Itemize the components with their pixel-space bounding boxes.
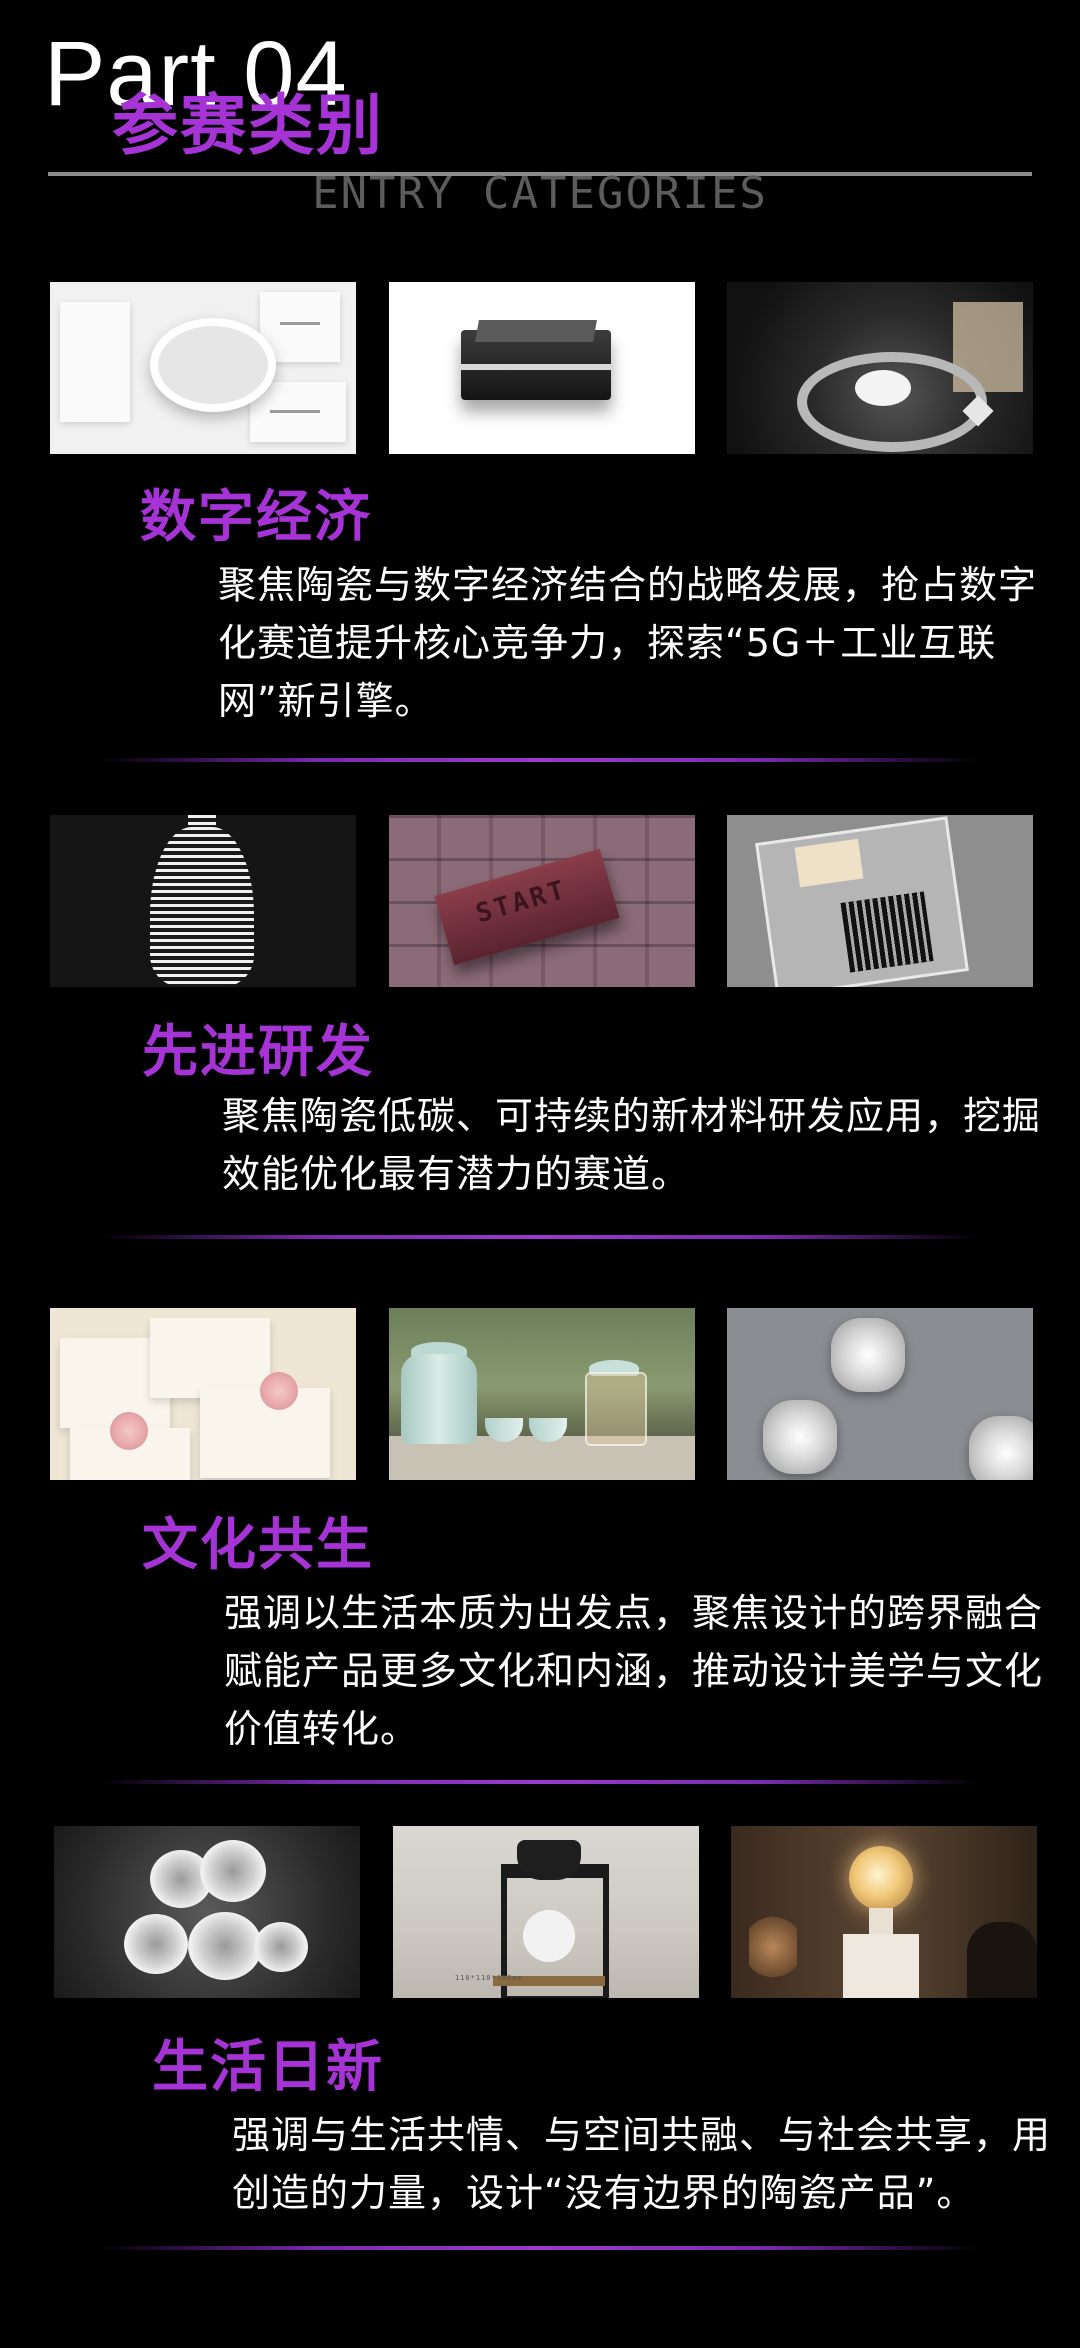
category-cultural-symbiosis: 文化共生 强调以生活本质为出发点，聚焦设计的跨界融合赋能产品更多文化和内涵，推动… <box>0 1308 1080 1788</box>
section-divider <box>100 1780 980 1784</box>
category-title: 先进研发 <box>142 1020 374 1085</box>
category-digital-economy: 数字经济 聚焦陶瓷与数字经济结合的战略发展，抢占数字化赛道提升核心竞争力，探索“… <box>0 282 1080 762</box>
section-divider <box>100 2246 980 2250</box>
machine-ring-image <box>727 282 1033 454</box>
black-ceramic-box-image <box>389 282 695 454</box>
section-divider <box>100 1235 980 1239</box>
image-row: 110*110*186mm <box>0 1826 1080 1998</box>
dimension-caption: 110*110*186mm <box>455 1974 523 1982</box>
section-divider <box>100 758 980 762</box>
category-title: 数字经济 <box>140 485 372 550</box>
ceramic-white-dish-image <box>50 282 356 454</box>
start-brick-image: START <box>389 815 695 987</box>
image-row <box>0 1308 1080 1480</box>
category-description: 强调以生活本质为出发点，聚焦设计的跨界融合赋能产品更多文化和内涵，推动设计美学与… <box>224 1591 1044 1751</box>
category-title: 生活日新 <box>152 2035 384 2100</box>
image-row: START <box>0 815 1080 987</box>
flower-gift-boxes-image <box>50 1308 356 1480</box>
section-header: Part 04 参赛类别 ENTRY CATEGORIES <box>0 0 1080 230</box>
celadon-tea-set-image <box>389 1308 695 1480</box>
category-description: 聚焦陶瓷与数字经济结合的战略发展，抢占数字化赛道提升核心竞争力，探索“5G＋工业… <box>218 563 1038 723</box>
striped-vase-image <box>50 815 356 987</box>
category-life-renewal: 110*110*186mm 生活日新 强调与生活共情、与空间共融、与社会共享，用… <box>0 1826 1080 2256</box>
ceramic-bowls-image <box>54 1826 360 1998</box>
section-subtitle: ENTRY CATEGORIES <box>312 168 768 219</box>
category-description: 强调与生活共情、与空间共融、与社会共享，用创造的力量，设计“没有边界的陶瓷产品”… <box>232 2113 1052 2215</box>
category-description: 聚焦陶瓷低碳、可持续的新材料研发应用，挖掘效能优化最有潜力的赛道。 <box>222 1094 1042 1196</box>
category-advanced-rd: START 先进研发 聚焦陶瓷低碳、可持续的新材料研发应用，挖掘效能优化最有潜力… <box>0 815 1080 1245</box>
category-title: 文化共生 <box>142 1513 374 1578</box>
image-row <box>0 282 1080 454</box>
ceramic-flower-blobs-image <box>727 1308 1033 1480</box>
ceramic-chip-case-image <box>727 815 1033 987</box>
section-title: 参赛类别 <box>112 87 384 164</box>
table-lamp-image <box>731 1826 1037 1998</box>
coffee-dripper-image: 110*110*186mm <box>393 1826 699 1998</box>
